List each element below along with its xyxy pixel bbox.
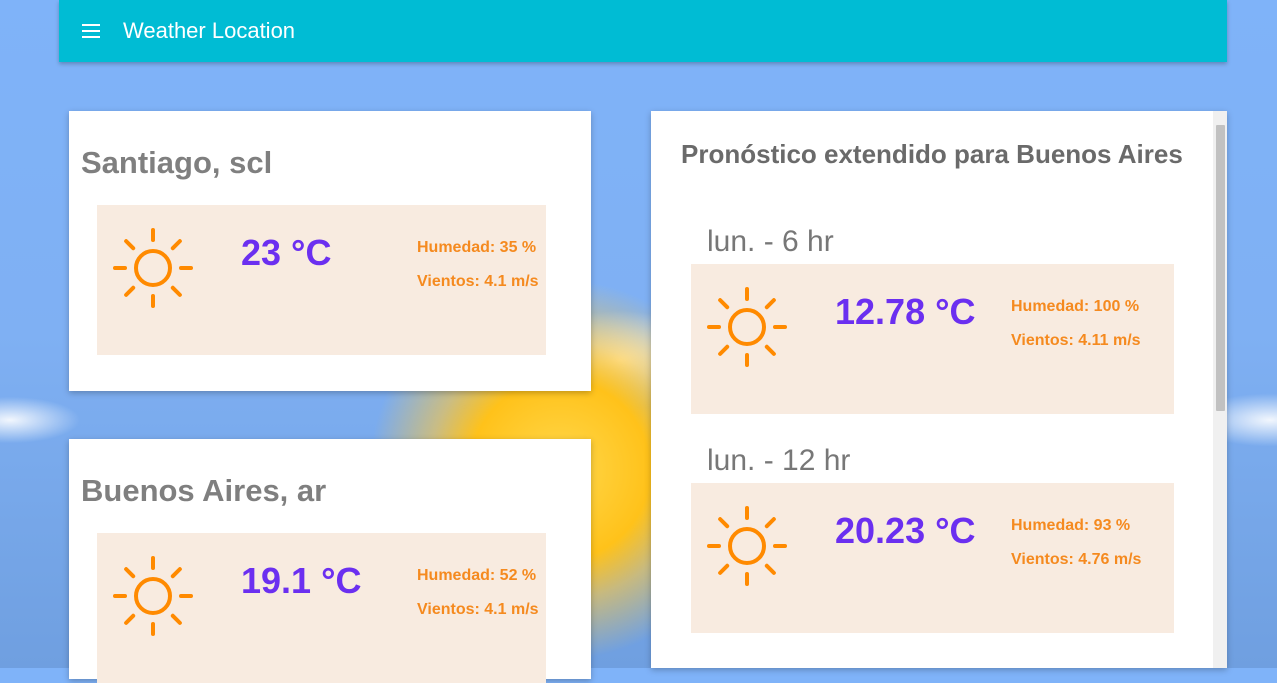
temperature: 19.1 °C — [241, 560, 362, 601]
wind: Vientos: 4.11 m/s — [1011, 332, 1141, 349]
humidity: Humedad: 52 % — [417, 567, 537, 584]
weather-data-box: 23 °C Humedad: 35 % Vientos: 4.1 m/s — [97, 205, 546, 355]
city-card-santiago[interactable]: Santiago, scl 23 °C Humedad: 35 % Viento… — [69, 111, 591, 391]
sun-icon — [707, 287, 787, 367]
forecast-item[interactable]: 12.78 °C Humedad: 100 % Vientos: 4.11 m/… — [691, 264, 1174, 414]
city-card-buenos-aires[interactable]: Buenos Aires, ar 19.1 °C Humedad: 52 % V… — [69, 439, 591, 683]
humidity: Humedad: 35 % — [417, 239, 537, 256]
sun-icon — [113, 228, 193, 308]
sun-icon — [707, 506, 787, 586]
forecast-scrollbar[interactable] — [1213, 111, 1227, 668]
forecast-item[interactable]: 20.23 °C Humedad: 93 % Vientos: 4.76 m/s — [691, 483, 1174, 633]
humidity: Humedad: 100 % — [1011, 298, 1140, 315]
wind: Vientos: 4.76 m/s — [1011, 551, 1142, 568]
temperature: 23 °C — [241, 232, 332, 273]
app-bar: Weather Location — [59, 0, 1227, 62]
forecast-item-label: lun. - 6 hr — [707, 225, 834, 258]
city-name: Buenos Aires, ar — [81, 473, 327, 508]
app-title: Weather Location — [123, 18, 296, 43]
forecast-panel: Pronóstico extendido para Buenos Aires l… — [651, 111, 1227, 668]
wind: Vientos: 4.1 m/s — [417, 601, 539, 618]
wind: Vientos: 4.1 m/s — [417, 273, 539, 290]
temperature: 20.23 °C — [835, 510, 976, 551]
weather-data-box: 19.1 °C Humedad: 52 % Vientos: 4.1 m/s — [97, 533, 546, 683]
sun-icon — [113, 556, 193, 636]
temperature: 12.78 °C — [835, 291, 976, 332]
forecast-title: Pronóstico extendido para Buenos Aires — [681, 139, 1183, 169]
scrollbar-thumb[interactable] — [1216, 125, 1225, 411]
forecast-item-label: lun. - 12 hr — [707, 444, 851, 477]
humidity: Humedad: 93 % — [1011, 517, 1131, 534]
city-name: Santiago, scl — [81, 145, 273, 180]
menu-icon[interactable] — [79, 19, 103, 43]
